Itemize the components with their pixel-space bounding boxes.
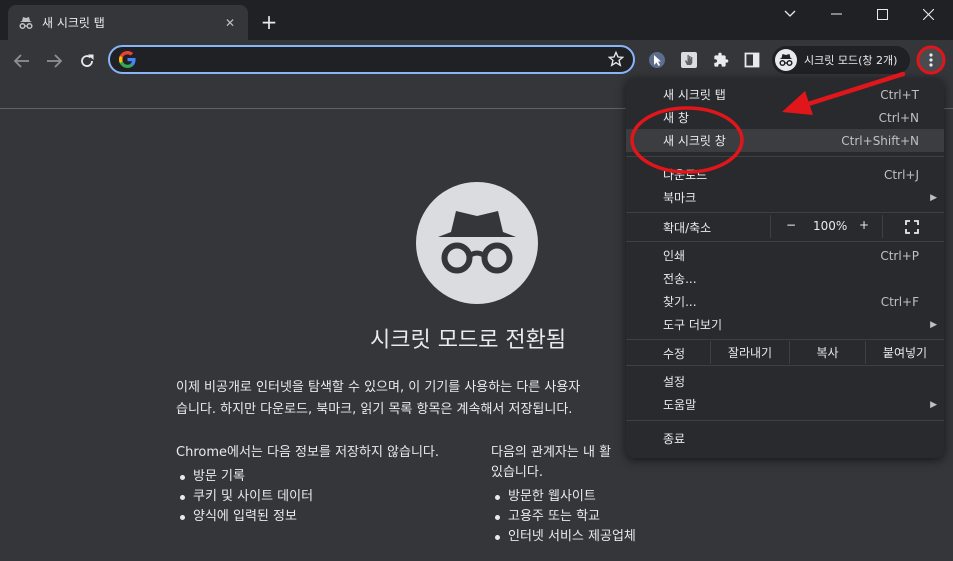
page-title: 시크릿 모드로 전환됨 [370, 328, 567, 353]
cut-button[interactable]: 잘라내기 [710, 341, 789, 364]
zoom-level: 100% [813, 219, 848, 233]
menu-item-label: 도움말 [663, 398, 697, 412]
paste-button[interactable]: 붙여넣기 [865, 341, 944, 364]
side-panel-icon[interactable] [741, 49, 763, 71]
menu-item-bookmarks[interactable]: 북마크 ▶ [626, 186, 944, 209]
description-line: 습니다. 하지만 다운로드, 북마크, 읽기 목록 항목은 계속해서 저장됩니다… [176, 402, 573, 417]
visible-to-section: 다음의 관계자는 내 활 있습니다. 방문한 웹사이트 고용주 또는 학교 인터… [491, 443, 636, 547]
chrome-menu-kebab-icon[interactable] [918, 47, 944, 73]
tab-strip: 새 시크릿 탭 ✕ + [0, 0, 953, 40]
submenu-arrow-icon: ▶ [930, 192, 937, 203]
menu-item-new-incognito-window[interactable]: 새 시크릿 창 Ctrl+Shift+N [626, 129, 944, 152]
menu-divider [626, 212, 944, 213]
menu-item-label: 전송... [663, 272, 697, 286]
menu-item-label: 북마크 [663, 191, 697, 205]
extension-hand-icon[interactable] [678, 49, 700, 71]
submenu-arrow-icon: ▶ [930, 319, 937, 330]
extension-cursor-icon[interactable] [646, 49, 668, 71]
menu-divider [626, 420, 944, 421]
visible-to-heading: 있습니다. [491, 465, 543, 480]
list-item: 쿠키 및 사이트 데이터 [176, 487, 476, 507]
menu-zoom-row: 확대/축소 − 100% + [626, 215, 944, 238]
list-item: 방문 기록 [176, 467, 476, 487]
submenu-arrow-icon: ▶ [930, 399, 937, 410]
zoom-label: 확대/축소 [663, 221, 712, 235]
menu-item-more-tools[interactable]: 도구 더보기 ▶ [626, 313, 944, 336]
list-item: 인터넷 서비스 제공업체 [491, 527, 691, 547]
list-item: 양식에 입력된 정보 [176, 507, 476, 527]
menu-item-label: 새 시크릿 창 [663, 134, 726, 148]
tab-incognito[interactable]: 새 시크릿 탭 ✕ [8, 5, 248, 40]
menu-item-label: 인쇄 [663, 249, 686, 263]
new-tab-button[interactable]: + [259, 12, 279, 32]
maximize-button[interactable] [859, 0, 905, 28]
chrome-menu: 새 시크릿 탭 Ctrl+T 새 창 Ctrl+N 새 시크릿 창 Ctrl+S… [626, 78, 944, 458]
address-input[interactable] [144, 50, 584, 69]
fullscreen-icon[interactable] [905, 220, 919, 234]
close-window-button[interactable] [905, 0, 951, 28]
list-item: 고용주 또는 학교 [491, 507, 691, 527]
tab-close-icon[interactable]: ✕ [222, 15, 238, 31]
menu-item-label: 새 창 [663, 111, 689, 125]
menu-item-label: 새 시크릿 탭 [663, 88, 726, 102]
menu-item-downloads[interactable]: 다운로드 Ctrl+J [626, 163, 944, 186]
address-bar[interactable] [108, 45, 635, 74]
description-line: 이제 비공개로 인터넷을 탐색할 수 있으며, 이 기기를 사용하는 다른 사용… [176, 380, 581, 395]
incognito-profile-label: 시크릿 모드(창 2개) [804, 54, 898, 67]
menu-item-settings[interactable]: 설정 [626, 370, 944, 393]
menu-item-label: 도구 더보기 [663, 318, 723, 332]
copy-button[interactable]: 복사 [789, 341, 865, 364]
menu-item-exit[interactable]: 종료 [626, 427, 944, 450]
menu-item-shortcut: Ctrl+J [884, 167, 919, 182]
menu-item-cast[interactable]: 전송... [626, 267, 944, 290]
incognito-avatar-icon [775, 49, 797, 71]
menu-item-new-window[interactable]: 새 창 Ctrl+N [626, 106, 944, 129]
menu-item-label: 찾기... [663, 295, 697, 309]
menu-divider [626, 241, 944, 242]
list-item: 방문한 웹사이트 [491, 487, 691, 507]
tab-title: 새 시크릿 탭 [42, 16, 105, 30]
menu-item-find[interactable]: 찾기... Ctrl+F [626, 290, 944, 313]
not-saved-heading: Chrome에서는 다음 정보를 저장하지 않습니다. [176, 445, 440, 460]
zoom-controls: − 100% + [770, 215, 883, 238]
incognito-description: 이제 비공개로 인터넷을 탐색할 수 있으며, 이 기기를 사용하는 다른 사용… [176, 377, 628, 421]
menu-item-label: 설정 [663, 375, 686, 389]
menu-divider [626, 339, 944, 340]
visible-to-heading: 다음의 관계자는 내 활 [491, 445, 612, 460]
toolbar: 시크릿 모드(창 2개) [0, 40, 953, 81]
zoom-out-button[interactable]: − [786, 218, 796, 232]
menu-item-shortcut: Ctrl+N [878, 110, 919, 125]
reload-icon[interactable] [74, 48, 100, 74]
extensions-puzzle-icon[interactable] [710, 49, 732, 71]
menu-item-label: 다운로드 [663, 168, 708, 182]
zoom-in-button[interactable]: + [859, 218, 869, 232]
menu-item-shortcut: Ctrl+P [880, 248, 919, 263]
google-g-icon [119, 51, 136, 68]
not-saved-section: Chrome에서는 다음 정보를 저장하지 않습니다. 방문 기록 쿠키 및 사… [176, 443, 476, 527]
bookmark-star-icon[interactable] [607, 50, 625, 68]
minimize-button[interactable] [813, 0, 859, 28]
incognito-profile-button[interactable]: 시크릿 모드(창 2개) [772, 46, 910, 74]
menu-edit-row: 수정 잘라내기 복사 붙여넣기 [626, 341, 944, 364]
forward-arrow-icon[interactable] [41, 48, 67, 74]
back-arrow-icon[interactable] [9, 48, 35, 74]
tab-search-chevron-down-icon[interactable] [767, 0, 813, 28]
menu-item-shortcut: Ctrl+Shift+N [841, 133, 919, 148]
menu-divider [626, 156, 944, 157]
menu-item-shortcut: Ctrl+F [880, 294, 919, 309]
menu-item-label: 종료 [663, 432, 686, 446]
menu-item-shortcut: Ctrl+T [880, 87, 919, 102]
menu-item-help[interactable]: 도움말 ▶ [626, 393, 944, 416]
edit-label: 수정 [663, 347, 686, 361]
menu-divider [626, 365, 944, 366]
incognito-hero-icon [416, 182, 538, 304]
incognito-icon [18, 15, 34, 31]
menu-item-print[interactable]: 인쇄 Ctrl+P [626, 244, 944, 267]
menu-item-new-tab[interactable]: 새 시크릿 탭 Ctrl+T [626, 83, 944, 106]
